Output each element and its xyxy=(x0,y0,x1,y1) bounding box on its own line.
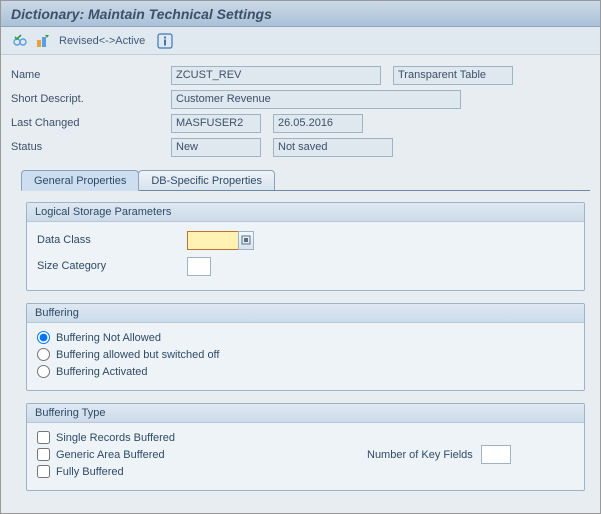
sizecat-label: Size Category xyxy=(37,260,187,272)
tab-body-general: Logical Storage Parameters Data Class Si… xyxy=(21,191,590,514)
group-buffering-type: Buffering Type Single Records Buffered G… xyxy=(26,403,585,491)
check-fully-buffered[interactable]: Fully Buffered xyxy=(37,465,574,478)
check-single-records-label: Single Records Buffered xyxy=(56,432,175,444)
sizecat-input[interactable] xyxy=(187,257,211,276)
group-logical-storage: Logical Storage Parameters Data Class Si… xyxy=(26,202,585,291)
radio-buffering-allowed-off[interactable]: Buffering allowed but switched off xyxy=(37,348,574,361)
radio-buffering-allowed-off-label: Buffering allowed but switched off xyxy=(56,349,219,361)
group-logical-storage-title: Logical Storage Parameters xyxy=(27,203,584,222)
dataclass-input[interactable] xyxy=(187,231,239,250)
check-generic-area-input[interactable] xyxy=(37,448,50,461)
activate-icon[interactable] xyxy=(34,32,52,50)
check-fully-buffered-label: Fully Buffered xyxy=(56,466,124,478)
check-single-records-input[interactable] xyxy=(37,431,50,444)
status-label: Status xyxy=(11,141,171,153)
shortdesc-label: Short Descript. xyxy=(11,93,171,105)
group-buffering-type-title: Buffering Type xyxy=(27,404,584,423)
glasses-check-icon[interactable] xyxy=(11,32,29,50)
tab-general-properties[interactable]: General Properties xyxy=(21,170,139,191)
dataclass-label: Data Class xyxy=(37,234,187,246)
shortdesc-field xyxy=(171,90,461,109)
table-type-field xyxy=(393,66,513,85)
window-titlebar: Dictionary: Maintain Technical Settings xyxy=(1,1,600,27)
tabstrip: General Properties DB-Specific Propertie… xyxy=(21,167,590,191)
group-buffering: Buffering Buffering Not Allowed Bufferin… xyxy=(26,303,585,391)
group-buffering-title: Buffering xyxy=(27,304,584,323)
number-key-fields-label: Number of Key Fields xyxy=(367,449,473,461)
name-field xyxy=(171,66,381,85)
saved-state-field xyxy=(273,138,393,157)
info-icon[interactable] xyxy=(156,32,174,50)
app-toolbar: Revised<->Active xyxy=(1,27,600,55)
check-fully-buffered-input[interactable] xyxy=(37,465,50,478)
name-label: Name xyxy=(11,69,171,81)
tab-db-specific-properties[interactable]: DB-Specific Properties xyxy=(138,170,275,190)
lastchanged-user-field xyxy=(171,114,261,133)
check-single-records[interactable]: Single Records Buffered xyxy=(37,431,574,444)
radio-buffering-not-allowed-label: Buffering Not Allowed xyxy=(56,332,161,344)
radio-buffering-allowed-off-input[interactable] xyxy=(37,348,50,361)
radio-buffering-activated-input[interactable] xyxy=(37,365,50,378)
revised-active-toggle[interactable]: Revised<->Active xyxy=(59,35,145,47)
lastchanged-label: Last Changed xyxy=(11,117,171,129)
check-generic-area[interactable]: Generic Area Buffered Number of Key Fiel… xyxy=(37,448,574,461)
radio-buffering-not-allowed-input[interactable] xyxy=(37,331,50,344)
page-title: Dictionary: Maintain Technical Settings xyxy=(11,6,272,22)
radio-buffering-activated-label: Buffering Activated xyxy=(56,366,148,378)
check-generic-area-label: Generic Area Buffered xyxy=(56,449,165,461)
dataclass-f4-button[interactable] xyxy=(238,231,254,250)
radio-buffering-not-allowed[interactable]: Buffering Not Allowed xyxy=(37,331,574,344)
radio-buffering-activated[interactable]: Buffering Activated xyxy=(37,365,574,378)
number-key-fields-input[interactable] xyxy=(481,445,511,464)
header-form: Name Short Descript. Last Changed Status xyxy=(1,55,600,167)
lastchanged-date-field xyxy=(273,114,363,133)
status-field xyxy=(171,138,261,157)
